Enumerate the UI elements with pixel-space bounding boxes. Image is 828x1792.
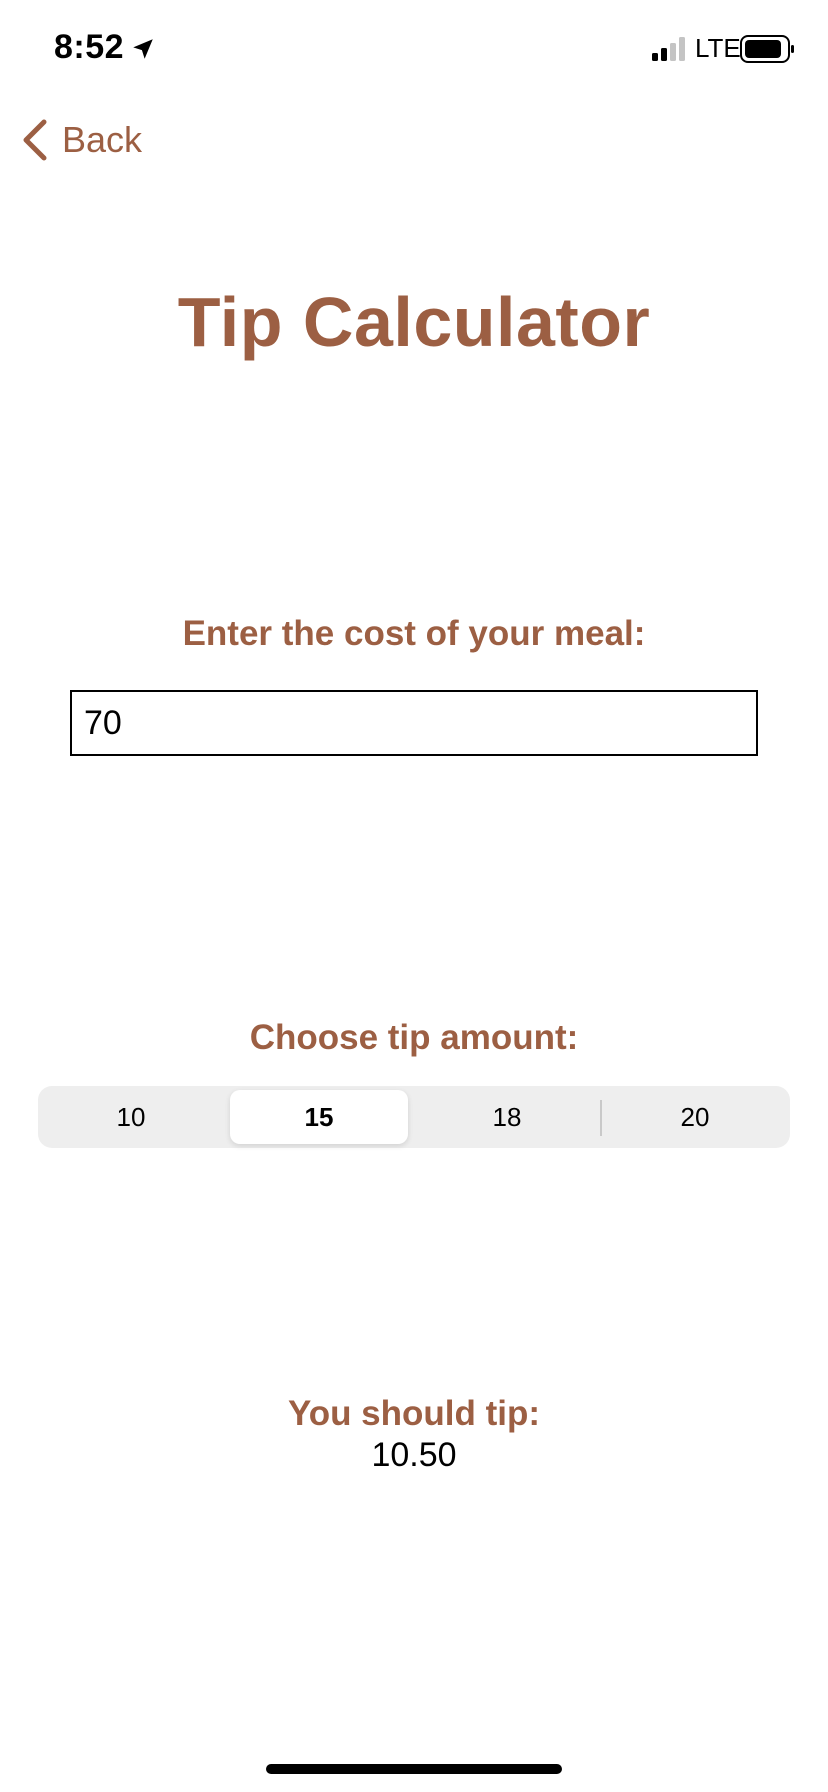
home-indicator <box>266 1764 562 1774</box>
status-time: 8:52 <box>54 28 125 66</box>
tip-option-15[interactable]: 15 <box>230 1090 408 1144</box>
back-label: Back <box>62 119 143 160</box>
tip-result-value: 10.50 <box>371 1436 457 1474</box>
tip-segmented-control: 10 15 18 20 <box>38 1086 790 1148</box>
status-bar: 8:52 LTE <box>0 0 828 100</box>
location-arrow-icon <box>133 39 153 59</box>
chevron-left-icon <box>23 119 47 161</box>
tip-option-20[interactable]: 20 <box>606 1090 784 1144</box>
segment-divider <box>600 1100 602 1136</box>
tip-option-10[interactable]: 10 <box>42 1090 220 1144</box>
network-type: LTE <box>695 33 741 63</box>
page-title: Tip Calculator <box>177 283 651 361</box>
back-button[interactable]: Back <box>20 112 142 168</box>
signal-icon <box>652 37 685 61</box>
result-label: You should tip: <box>287 1394 541 1433</box>
tip-amount-label: Choose tip amount: <box>249 1018 579 1057</box>
tip-option-18[interactable]: 18 <box>418 1090 596 1144</box>
meal-cost-input[interactable] <box>70 690 758 756</box>
battery-icon <box>740 35 794 63</box>
cost-label: Enter the cost of your meal: <box>182 614 646 653</box>
